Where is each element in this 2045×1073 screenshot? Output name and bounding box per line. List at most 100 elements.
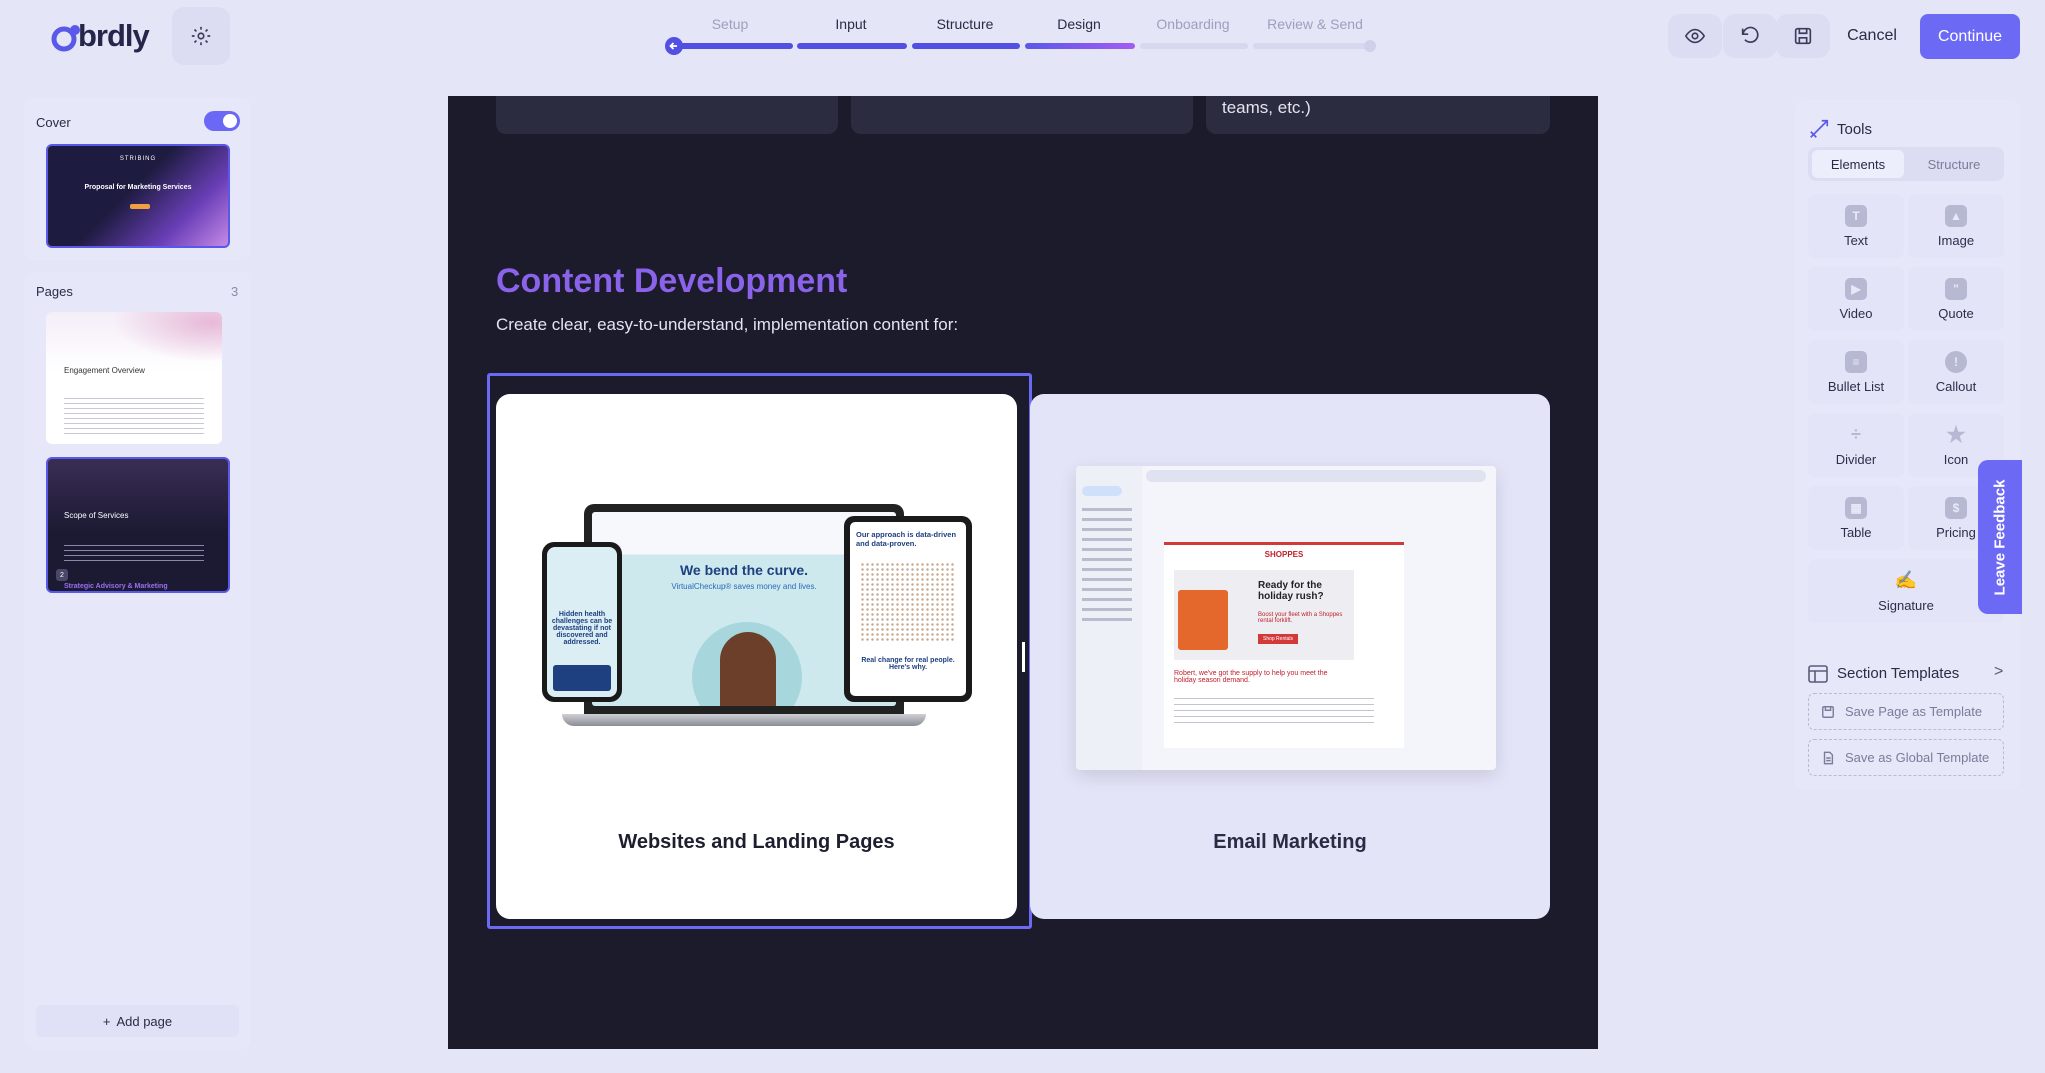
step-design[interactable]: Design	[1019, 16, 1139, 32]
step-end-dot	[1364, 40, 1376, 52]
page-thumb-2[interactable]: Scope of Services 2 Strategic Advisory &…	[46, 457, 230, 593]
add-page-button[interactable]: + Add page	[36, 1005, 239, 1037]
tool-image[interactable]: ▲ Image	[1908, 194, 2004, 258]
top-card-2	[851, 96, 1193, 134]
email-body: SHOPPES Ready for the holiday rush? Boos…	[1164, 542, 1404, 748]
step-structure[interactable]: Structure	[905, 16, 1025, 32]
leave-feedback-label: Leave Feedback	[1991, 479, 2009, 595]
top-card-3: teams, etc.)	[1206, 96, 1550, 134]
tool-callout-label: Callout	[1935, 378, 1977, 394]
save-icon	[1822, 705, 1834, 718]
step-setup[interactable]: Setup	[670, 16, 790, 32]
step-input[interactable]: Input	[791, 16, 911, 32]
gear-icon	[191, 26, 211, 46]
tool-quote[interactable]: " Quote	[1908, 267, 2004, 331]
step-bar-design	[1025, 43, 1135, 49]
tool-text[interactable]: T Text	[1808, 194, 1904, 258]
page-thumb-2-text	[64, 545, 204, 563]
card-websites-title[interactable]: Websites and Landing Pages	[496, 831, 1017, 854]
tool-video-label: Video	[1839, 305, 1873, 321]
compose-button	[1082, 486, 1122, 496]
email-top-rule	[1164, 542, 1404, 545]
bullet-list-icon: ≡	[1845, 350, 1867, 373]
video-icon: ▶	[1845, 277, 1867, 300]
templates-title[interactable]: Section Templates	[1837, 665, 1959, 682]
tools-title: Tools	[1837, 121, 1873, 138]
cancel-button[interactable]: Cancel	[1832, 20, 1912, 52]
tab-elements[interactable]: Elements	[1812, 150, 1904, 178]
document-icon	[1823, 751, 1834, 764]
image-icon: ▲	[1945, 204, 1967, 227]
person-head-icon	[720, 632, 776, 706]
step-bar-structure	[912, 43, 1020, 49]
card-websites[interactable]: We bend the curve. VirtualCheckup® saves…	[496, 394, 1017, 919]
save-global-template-button[interactable]: Save as Global Template	[1808, 739, 2004, 776]
tool-text-label: Text	[1844, 232, 1868, 248]
leave-feedback-tab[interactable]: Leave Feedback	[1978, 460, 2022, 614]
save-button[interactable]	[1776, 14, 1830, 58]
cover-toggle[interactable]	[204, 111, 240, 131]
card-email-title[interactable]: Email Marketing	[1030, 831, 1550, 854]
tab-structure[interactable]: Structure	[1908, 150, 2000, 178]
page-thumb-2-footer: Strategic Advisory & Marketing	[64, 583, 168, 590]
tool-divider[interactable]: ÷ Divider	[1808, 413, 1904, 477]
page-thumb-2-title: Scope of Services	[64, 511, 129, 520]
card-email[interactable]: SHOPPES Ready for the holiday rush? Boos…	[1030, 394, 1550, 919]
tool-callout[interactable]: ! Callout	[1908, 340, 2004, 404]
plus-icon: +	[102, 1013, 111, 1029]
tablet-head: Our approach is data-driven and data-pro…	[856, 530, 957, 548]
quote-icon: "	[1945, 277, 1967, 300]
section-subtitle[interactable]: Create clear, easy-to-understand, implem…	[496, 315, 958, 335]
pages-count: 3	[231, 284, 239, 299]
tool-image-label: Image	[1937, 232, 1975, 248]
signature-icon: ✍	[1894, 570, 1918, 590]
step-review-send[interactable]: Review & Send	[1255, 16, 1375, 32]
email-hero: Ready for the holiday rush? Boost your f…	[1174, 570, 1354, 660]
page-thumb-1[interactable]: Engagement Overview	[46, 312, 222, 444]
tool-table-label: Table	[1840, 524, 1872, 540]
email-cta: Shop Rentals	[1258, 634, 1298, 644]
cover-label: Cover	[36, 115, 71, 130]
tool-video[interactable]: ▶ Video	[1808, 267, 1904, 331]
add-page-label: Add page	[116, 1013, 173, 1029]
us-map-icon	[860, 562, 956, 642]
templates-icon	[1808, 665, 1828, 683]
page-canvas[interactable]: teams, etc.) Content Development Create …	[448, 96, 1598, 1049]
resize-handle[interactable]	[1022, 642, 1025, 672]
undo-icon	[1741, 26, 1759, 43]
phone-card	[553, 665, 611, 691]
tool-divider-label: Divider	[1835, 451, 1877, 467]
cover-thumbnail[interactable]: STRIBING Proposal for Marketing Services	[46, 144, 230, 248]
tool-bullet-list[interactable]: ≡ Bullet List	[1808, 340, 1904, 404]
logo-text: brdly	[78, 18, 150, 53]
table-icon: ▦	[1845, 496, 1867, 519]
preview-button[interactable]	[1668, 14, 1722, 58]
step-onboarding[interactable]: Onboarding	[1133, 16, 1253, 32]
page-thumb-1-title: Engagement Overview	[64, 366, 145, 375]
star-icon: ★	[1946, 421, 1966, 447]
email-paragraph	[1174, 698, 1374, 728]
logo: brdly	[50, 18, 150, 54]
tablet-foot: Real change for real people. Here's why.	[861, 657, 955, 671]
phone-text: Hidden health challenges can be devastat…	[551, 611, 613, 646]
tool-pricing-label: Pricing	[1936, 524, 1976, 540]
undo-button[interactable]	[1723, 14, 1777, 58]
continue-button[interactable]: Continue	[1920, 14, 2020, 59]
top-card-3-text: teams, etc.)	[1222, 98, 1311, 117]
forklift-icon	[1178, 590, 1228, 650]
email-search-bar	[1146, 470, 1486, 482]
chevron-right-icon[interactable]: >	[1994, 663, 2003, 681]
email-sub: Boost your fleet with a Shoppes rental f…	[1258, 612, 1343, 624]
arrow-left-icon	[665, 37, 683, 55]
save-page-template-button[interactable]: Save Page as Template	[1808, 693, 2004, 730]
page-thumb-2-number: 2	[56, 569, 68, 581]
tool-table[interactable]: ▦ Table	[1808, 486, 1904, 550]
tool-icon-label: Icon	[1943, 451, 1969, 467]
step-bar-onboarding	[1140, 43, 1248, 49]
tool-signature[interactable]: ✍ Signature	[1808, 559, 2004, 623]
settings-button[interactable]	[172, 7, 230, 65]
email-client-mock: SHOPPES Ready for the holiday rush? Boos…	[1076, 466, 1496, 770]
section-title[interactable]: Content Development	[496, 262, 847, 301]
tool-signature-label: Signature	[1878, 597, 1934, 613]
step-bar-setup	[670, 43, 793, 49]
